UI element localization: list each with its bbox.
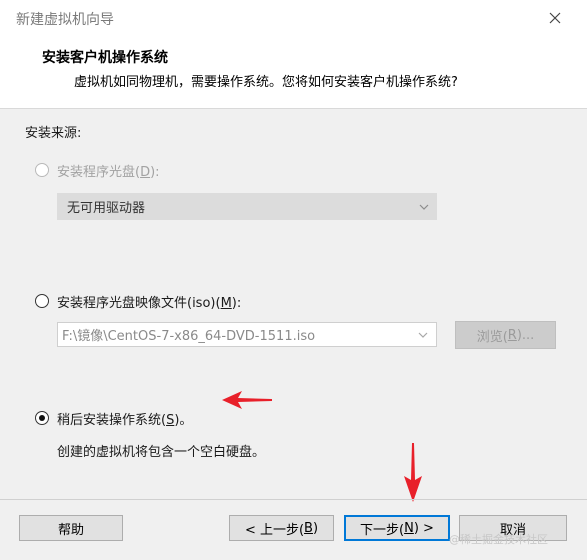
watermark-text: @稀土掘金技术社区 — [449, 533, 548, 546]
help-button[interactable]: 帮助 — [19, 515, 123, 541]
drive-dropdown[interactable]: 无可用驱动器 — [57, 193, 437, 220]
install-later-description: 创建的虚拟机将包含一个空白硬盘。 — [57, 445, 266, 460]
page-subtitle: 虚拟机如同物理机，需要操作系统。您将如何安装客户机操作系统? — [74, 75, 458, 90]
radio-button[interactable] — [35, 411, 49, 425]
title-bar: 新建虚拟机向导 — [0, 0, 587, 37]
radio-install-later[interactable]: 稍后安装操作系统(S)。 — [35, 407, 192, 429]
next-button[interactable]: 下一步(N) > — [344, 515, 450, 541]
window-title: 新建虚拟机向导 — [16, 12, 114, 28]
chevron-down-icon — [419, 204, 429, 210]
radio-button[interactable] — [35, 294, 49, 308]
drive-dropdown-value: 无可用驱动器 — [67, 201, 146, 216]
footer-divider — [0, 499, 587, 500]
back-button[interactable]: < 上一步(B) — [229, 515, 334, 541]
chevron-down-icon — [418, 332, 428, 338]
red-arrow-left-icon — [222, 391, 272, 409]
close-icon[interactable] — [546, 9, 564, 27]
page-title: 安装客户机操作系统 — [42, 50, 168, 66]
radio-install-disc[interactable]: 安装程序光盘(D): — [35, 159, 160, 181]
install-disc-label: 安装程序光盘(D): — [57, 164, 160, 180]
radio-iso-image[interactable]: 安装程序光盘映像文件(iso)(M): — [35, 290, 241, 312]
browse-button[interactable]: 浏览(R)... — [455, 321, 556, 349]
install-source-label: 安装来源: — [25, 126, 82, 141]
red-arrow-down-icon — [404, 443, 422, 502]
radio-button[interactable] — [35, 163, 49, 177]
iso-image-label: 安装程序光盘映像文件(iso)(M): — [57, 295, 242, 311]
iso-path-combobox[interactable]: F:\镜像\CentOS-7-x86_64-DVD-1511.iso — [57, 322, 437, 347]
wizard-header: 安装客户机操作系统 虚拟机如同物理机，需要操作系统。您将如何安装客户机操作系统? — [0, 37, 587, 109]
install-later-label: 稍后安装操作系统(S)。 — [57, 412, 193, 428]
iso-path-value: F:\镜像\CentOS-7-x86_64-DVD-1511.iso — [62, 329, 316, 344]
